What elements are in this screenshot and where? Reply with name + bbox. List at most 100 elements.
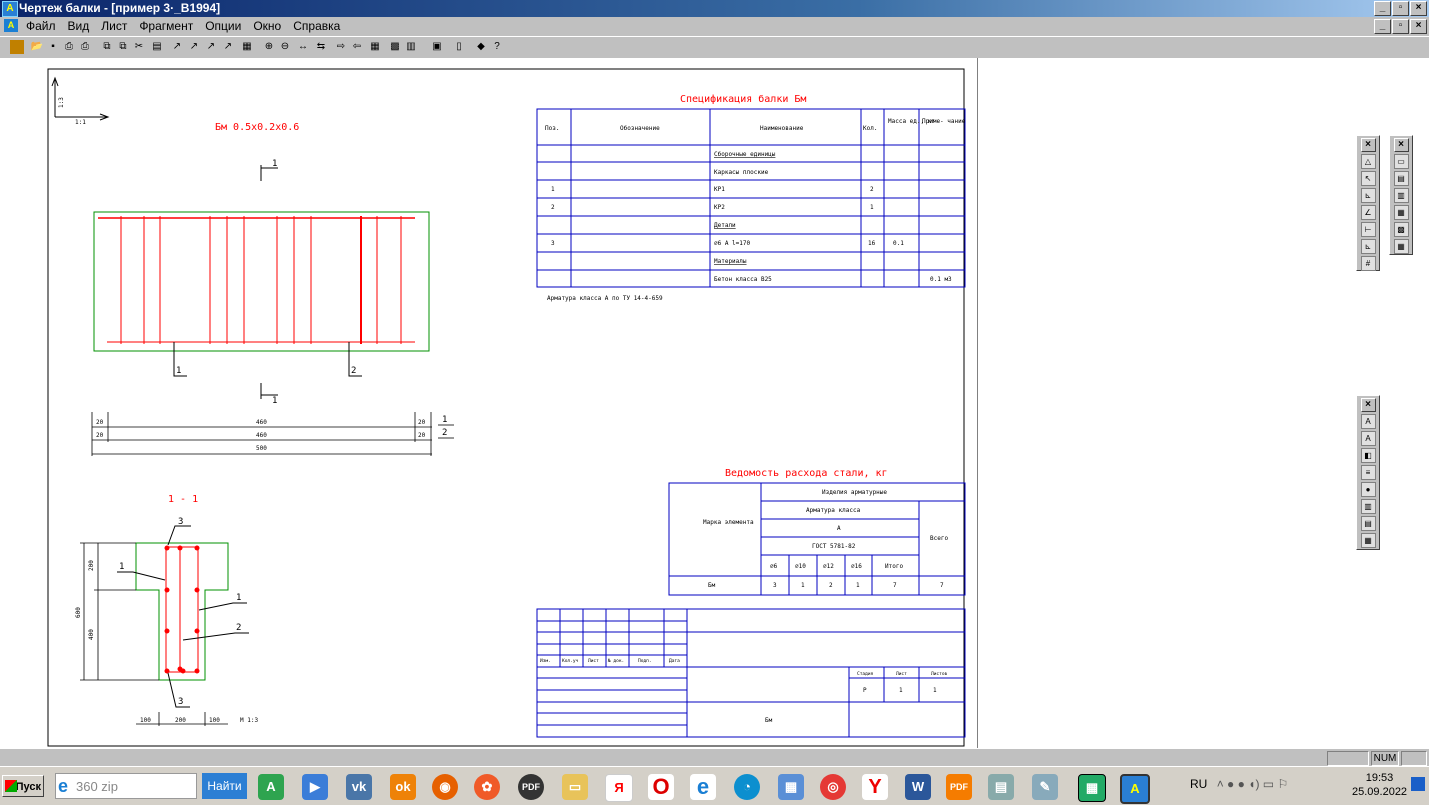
menu-help[interactable]: Справка <box>292 19 341 33</box>
fit-page-icon[interactable]: ⇆ <box>314 40 328 54</box>
palette-edit-6-icon[interactable]: ▦ <box>1393 239 1409 254</box>
ie-icon[interactable]: e <box>690 774 716 800</box>
palette-tool-3-icon[interactable]: ⊾ <box>1360 188 1376 203</box>
zoom-in-icon[interactable]: ⊕ <box>262 40 276 54</box>
edge-icon[interactable]: ◔ <box>734 774 760 800</box>
palette-text-close-button[interactable]: × <box>1360 398 1376 412</box>
palette-edit-close-button[interactable]: × <box>1393 138 1409 152</box>
arrow-tool-4-icon[interactable]: ↗ <box>221 40 235 54</box>
find-button[interactable]: Найти <box>202 773 247 799</box>
palette-draw-close-button[interactable]: × <box>1360 138 1376 152</box>
zoom-out-icon[interactable]: ⊖ <box>278 40 292 54</box>
language-indicator[interactable]: RU <box>1190 777 1207 791</box>
pdf-icon[interactable]: PDF <box>518 774 544 800</box>
close-button[interactable]: × <box>1410 1 1427 16</box>
palette-text-1-icon[interactable]: A <box>1360 414 1376 429</box>
yandex-icon[interactable]: Я <box>605 774 633 802</box>
show-desktop-button[interactable] <box>1411 777 1425 791</box>
arrow-tool-3-icon[interactable]: ↗ <box>204 40 218 54</box>
app-grid-icon[interactable]: ▦ <box>1078 774 1106 802</box>
prev-icon[interactable]: ⇦ <box>350 40 364 54</box>
app-a-icon[interactable]: A <box>258 774 284 800</box>
minimize-button[interactable]: _ <box>1374 1 1391 16</box>
palette-edit-2-icon[interactable]: ▤ <box>1393 171 1409 186</box>
paint-icon[interactable]: ✎ <box>1032 774 1058 800</box>
palette-text-3-icon[interactable]: ◧ <box>1360 448 1376 463</box>
browser-e-icon: e <box>58 776 69 796</box>
table2-icon[interactable]: ▥ <box>404 40 418 54</box>
media-icon[interactable]: ▶ <box>302 774 328 800</box>
puzzle-icon[interactable]: ✿ <box>474 774 500 800</box>
arrow-tool-1-icon[interactable]: ↗ <box>170 40 184 54</box>
help-icon[interactable]: ? <box>490 40 504 54</box>
folder-icon[interactable]: ▭ <box>562 774 588 800</box>
firefox-icon[interactable]: ◉ <box>432 774 458 800</box>
palette-edit-1-icon[interactable]: ▭ <box>1393 154 1409 169</box>
chrome-icon[interactable]: ◎ <box>820 774 846 800</box>
menu-sheet[interactable]: Лист <box>100 19 128 33</box>
print-icon[interactable]: ⎙ <box>62 40 76 54</box>
palette-edit-3-icon[interactable]: ▥ <box>1393 188 1409 203</box>
palette-text-5-icon[interactable]: ● <box>1360 482 1376 497</box>
vk-icon[interactable]: vk <box>346 774 372 800</box>
beam-drawing-app-icon[interactable]: A <box>1120 774 1150 804</box>
doc-close-button[interactable]: × <box>1410 19 1427 34</box>
tb-stage: Р <box>863 687 867 694</box>
menu-options[interactable]: Опции <box>204 19 242 33</box>
book-icon[interactable]: ◆ <box>474 40 488 54</box>
layers-icon[interactable]: ▦ <box>240 40 254 54</box>
menu-window[interactable]: Окно <box>252 19 282 33</box>
start-button[interactable]: Пуск <box>2 775 44 797</box>
all-icon[interactable]: ▣ <box>430 40 444 54</box>
palette-tool-4-icon[interactable]: ∠ <box>1360 205 1376 220</box>
fit-width-icon[interactable]: ↔ <box>296 40 310 54</box>
control-panel-icon[interactable]: ▦ <box>778 774 804 800</box>
paste-icon[interactable]: ⧉ <box>116 40 130 54</box>
grid-icon[interactable]: ▦ <box>368 40 382 54</box>
palette-tool-2-icon[interactable]: ↖ <box>1360 171 1376 186</box>
steel-col-d6: ⌀6 <box>770 563 778 570</box>
opera-icon[interactable]: O <box>648 774 674 800</box>
palette-tool-7-icon[interactable]: # <box>1360 256 1376 271</box>
search-input[interactable]: e 360 zip <box>55 773 197 799</box>
copy-icon[interactable]: ⧉ <box>100 40 114 54</box>
palette-text-6-icon[interactable]: ▥ <box>1360 499 1376 514</box>
menu-view[interactable]: Вид <box>67 19 91 33</box>
palette-text-7-icon[interactable]: ▤ <box>1360 516 1376 531</box>
properties-icon[interactable]: ▤ <box>150 40 164 54</box>
doc-minimize-button[interactable]: _ <box>1374 19 1391 34</box>
bar-label-1: 1 <box>176 366 181 376</box>
spec-r6-name: Материалы <box>714 258 747 265</box>
foxit-pdf-icon[interactable]: PDF <box>946 774 972 800</box>
clock[interactable]: 19:53 25.09.2022 <box>1352 771 1407 799</box>
doc-restore-button[interactable]: ▫ <box>1392 19 1409 34</box>
section-outline <box>135 542 229 681</box>
palette-text-8-icon[interactable]: ▦ <box>1360 533 1376 548</box>
word-icon[interactable]: W <box>905 774 931 800</box>
menu-file[interactable]: Файл <box>25 19 57 33</box>
palette-text-4-icon[interactable]: ≡ <box>1360 465 1376 480</box>
palette-tool-6-icon[interactable]: ⊾ <box>1360 239 1376 254</box>
windows-logo-icon <box>5 780 17 792</box>
palette-tool-1-icon[interactable]: △ <box>1360 154 1376 169</box>
table-icon[interactable]: ▩ <box>388 40 402 54</box>
palette-edit-4-icon[interactable]: ▦ <box>1393 205 1409 220</box>
print-preview-icon[interactable]: ⎙ <box>78 40 92 54</box>
cut-icon[interactable]: ✂ <box>132 40 146 54</box>
app-files-icon[interactable]: ▤ <box>988 774 1014 800</box>
menu-fragment[interactable]: Фрагмент <box>138 19 194 33</box>
palette-edit-5-icon[interactable]: ▩ <box>1393 222 1409 237</box>
arrow-tool-2-icon[interactable]: ↗ <box>187 40 201 54</box>
spec-table-text: Поз. Обозначение Наименование Кол. Масса… <box>545 118 966 302</box>
restore-button[interactable]: ▫ <box>1392 1 1409 16</box>
palette-tool-5-icon[interactable]: ⊢ <box>1360 222 1376 237</box>
yandex-browser-icon[interactable]: Y <box>862 774 888 800</box>
open-icon[interactable]: 📂 <box>30 40 44 54</box>
palette-text-2-icon[interactable]: A <box>1360 431 1376 446</box>
tile-icon[interactable]: ▯ <box>452 40 466 54</box>
next-icon[interactable]: ⇨ <box>334 40 348 54</box>
document-icon[interactable]: A <box>4 19 18 32</box>
save-icon[interactable]: ▪ <box>46 40 60 54</box>
axis-h-label: 1:1 <box>75 119 86 126</box>
ok-icon[interactable]: ok <box>390 774 416 800</box>
